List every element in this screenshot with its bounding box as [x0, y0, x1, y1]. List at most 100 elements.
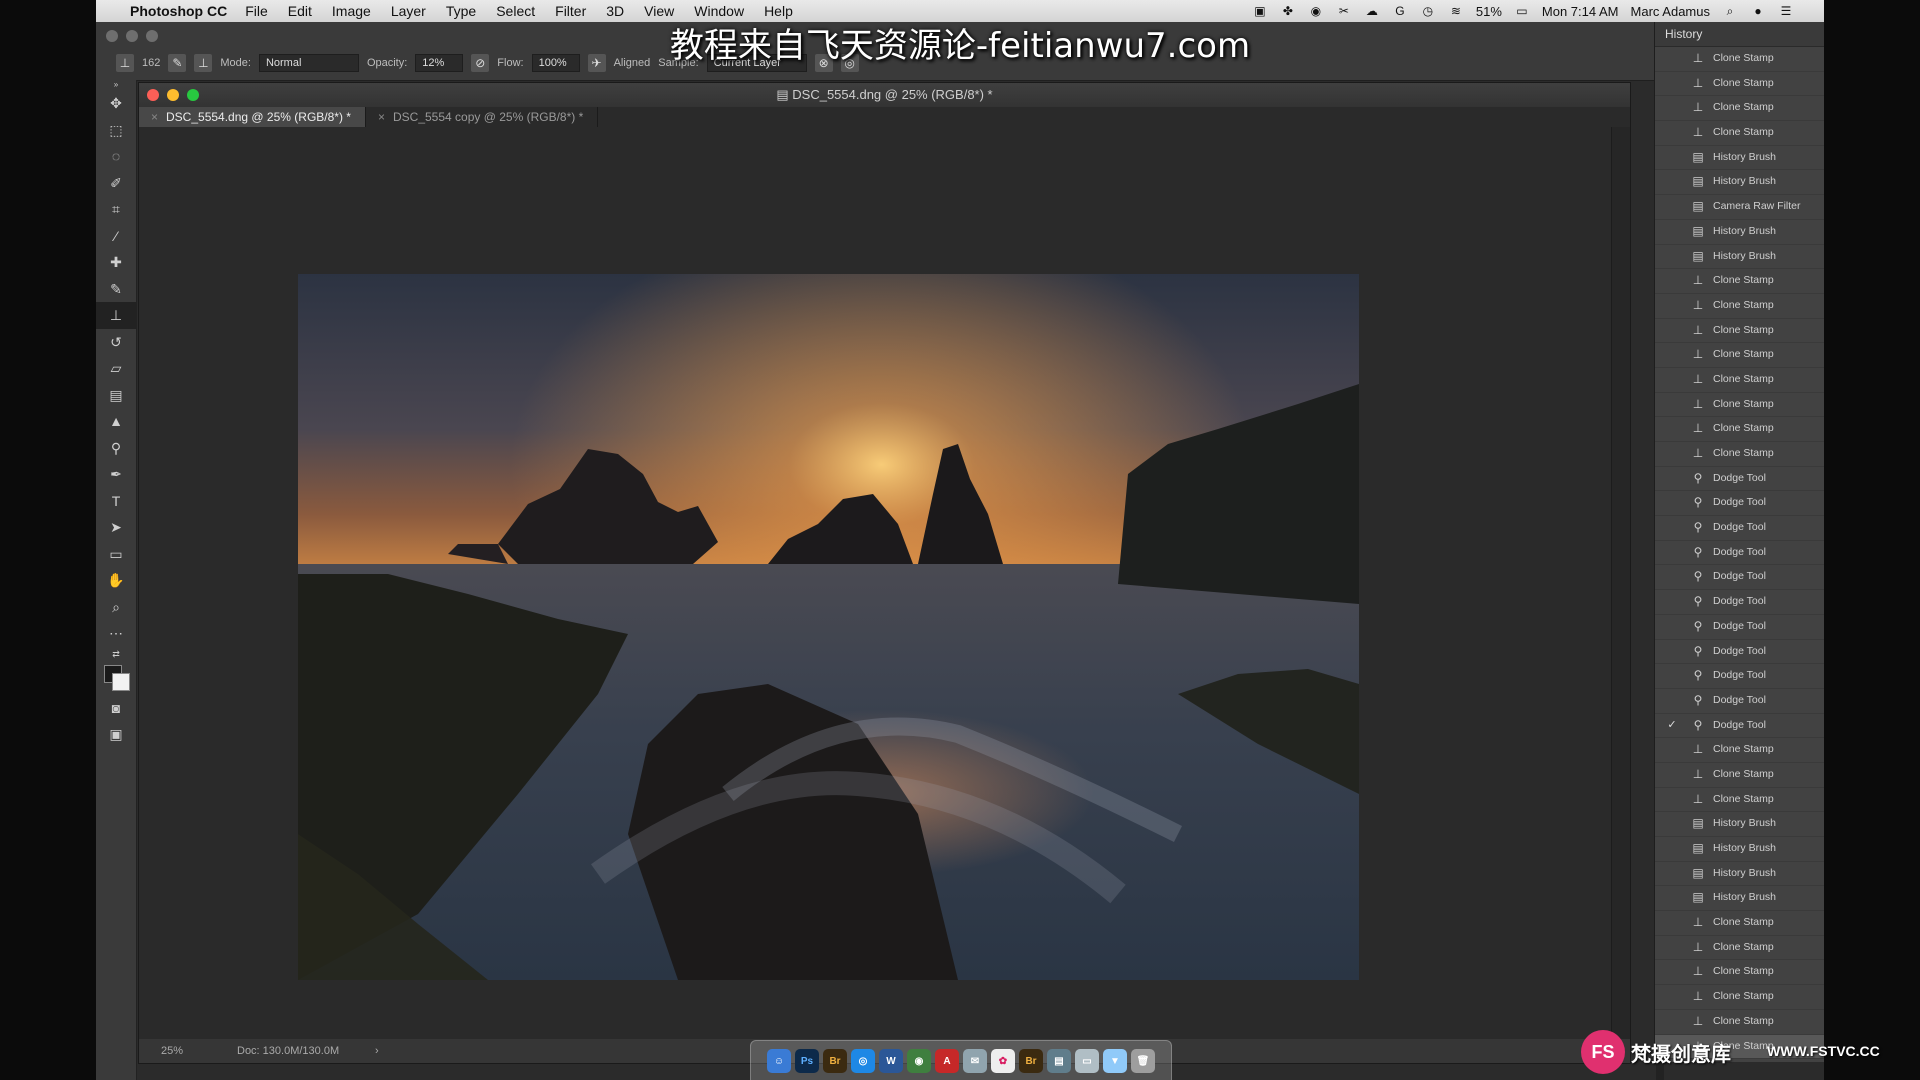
history-item[interactable]: ▤ History Brush: [1655, 170, 1824, 196]
history-brush-tool-icon[interactable]: ↺: [96, 329, 136, 356]
history-item[interactable]: ▤ Camera Raw Filter: [1655, 195, 1824, 220]
move-tool-icon[interactable]: ✥: [96, 90, 136, 117]
menu-image[interactable]: Image: [332, 3, 371, 19]
menu-layer[interactable]: Layer: [391, 3, 426, 19]
history-item[interactable]: ▤ History Brush: [1655, 886, 1824, 912]
time-machine-icon[interactable]: ◷: [1420, 4, 1436, 18]
type-tool-icon[interactable]: T: [96, 488, 136, 515]
acrobat-icon[interactable]: A: [935, 1049, 959, 1073]
history-item[interactable]: ⊥ Clone Stamp: [1655, 393, 1824, 418]
screen-record-icon[interactable]: ▣: [1252, 4, 1268, 18]
history-item[interactable]: ▤ History Brush: [1655, 812, 1824, 837]
spotlight-search-icon[interactable]: ⌕: [1722, 4, 1738, 18]
app-name-menu[interactable]: Photoshop CC: [130, 3, 227, 19]
menu-help[interactable]: Help: [764, 3, 793, 19]
battery-icon[interactable]: ▭: [1514, 4, 1530, 18]
dodge-tool-icon[interactable]: ⚲: [96, 435, 136, 462]
history-item[interactable]: ⊥ Clone Stamp: [1655, 343, 1824, 368]
history-item[interactable]: ⚲ Dodge Tool: [1655, 640, 1824, 665]
doc-size-info[interactable]: Doc: 130.0M/130.0M: [237, 1039, 339, 1063]
menu-3d[interactable]: 3D: [606, 3, 624, 19]
history-panel-title[interactable]: History: [1655, 22, 1824, 47]
close-icon[interactable]: ×: [378, 110, 385, 124]
vertical-scrollbar[interactable]: [1611, 127, 1630, 1039]
dropbox-icon[interactable]: ✤: [1280, 4, 1296, 18]
history-item[interactable]: ⊥ Clone Stamp: [1655, 911, 1824, 936]
edit-toolbar-icon[interactable]: ⋯: [96, 620, 136, 647]
document-photo[interactable]: [298, 274, 1359, 980]
history-item[interactable]: ⊥ Clone Stamp: [1655, 121, 1824, 146]
tab-dsc-5554-copy[interactable]: × DSC_5554 copy @ 25% (RGB/8*) *: [366, 107, 599, 127]
menu-window[interactable]: Window: [694, 3, 744, 19]
screen-mode-icon[interactable]: ▣: [96, 721, 136, 748]
word-icon[interactable]: W: [879, 1049, 903, 1073]
quick-mask-icon[interactable]: ◙: [96, 695, 136, 722]
clone-stamp-tool-icon[interactable]: ⊥: [96, 302, 136, 329]
status-menu-arrow-icon[interactable]: ›: [375, 1039, 379, 1063]
history-item[interactable]: ⚲ Dodge Tool: [1655, 615, 1824, 640]
canvas-area[interactable]: [139, 127, 1611, 1039]
zoom-tool-icon[interactable]: ⌕: [96, 594, 136, 621]
path-selection-tool-icon[interactable]: ➤: [96, 514, 136, 541]
mail-icon[interactable]: ✉: [963, 1049, 987, 1073]
history-checkbox[interactable]: ✓: [1665, 714, 1679, 738]
wifi-icon[interactable]: ≋: [1448, 4, 1464, 18]
swap-colors-icon[interactable]: ⇄: [96, 647, 136, 661]
history-item[interactable]: ⚲ Dodge Tool: [1655, 516, 1824, 541]
toolbar-grip-icon[interactable]: »: [96, 80, 136, 90]
scissors-icon[interactable]: ✂: [1336, 4, 1352, 18]
history-item[interactable]: ⚲ Dodge Tool: [1655, 689, 1824, 714]
bridge-2-icon[interactable]: Br: [1019, 1049, 1043, 1073]
document-minimize-button[interactable]: [167, 89, 179, 101]
marquee-tool-icon[interactable]: ⬚: [96, 117, 136, 144]
trash-icon[interactable]: 🗑: [1131, 1049, 1155, 1073]
photos-icon[interactable]: ✿: [991, 1049, 1015, 1073]
clock[interactable]: Mon 7:14 AM: [1542, 4, 1619, 19]
history-item[interactable]: ⊥ Clone Stamp: [1655, 368, 1824, 393]
menu-filter[interactable]: Filter: [555, 3, 586, 19]
history-item[interactable]: ⊥ Clone Stamp: [1655, 985, 1824, 1010]
hand-tool-icon[interactable]: ✋: [96, 567, 136, 594]
background-color-swatch[interactable]: [112, 672, 130, 691]
blur-tool-icon[interactable]: ▲: [96, 408, 136, 435]
preview-icon[interactable]: ▤: [1047, 1049, 1071, 1073]
close-icon[interactable]: ×: [151, 110, 158, 124]
healing-brush-tool-icon[interactable]: ✚: [96, 249, 136, 276]
crop-tool-icon[interactable]: ⌗: [96, 196, 136, 223]
menu-file[interactable]: File: [245, 3, 268, 19]
history-item[interactable]: ⚲ Dodge Tool: [1655, 467, 1824, 492]
g-icon[interactable]: G: [1392, 4, 1408, 18]
user-name[interactable]: Marc Adamus: [1631, 4, 1710, 19]
history-item[interactable]: ⚲ Dodge Tool: [1655, 565, 1824, 591]
history-item[interactable]: ⊥ Clone Stamp: [1655, 936, 1824, 961]
gradient-tool-icon[interactable]: ▤: [96, 382, 136, 409]
history-item[interactable]: ⊥ Clone Stamp: [1655, 738, 1824, 763]
history-item[interactable]: ⊥ Clone Stamp: [1655, 96, 1824, 122]
zoom-level[interactable]: 25%: [161, 1039, 183, 1063]
finder-icon[interactable]: ☺: [767, 1049, 791, 1073]
menu-type[interactable]: Type: [446, 3, 476, 19]
history-item[interactable]: ⊥ Clone Stamp: [1655, 269, 1824, 294]
tab-dsc-5554[interactable]: × DSC_5554.dng @ 25% (RGB/8*) *: [139, 107, 366, 127]
notification-center-icon[interactable]: ☰: [1778, 4, 1794, 18]
history-item[interactable]: ▤ History Brush: [1655, 245, 1824, 270]
history-item[interactable]: ▤ History Brush: [1655, 146, 1824, 171]
history-item[interactable]: ⊥ Clone Stamp: [1655, 294, 1824, 319]
history-item[interactable]: ▤ History Brush: [1655, 862, 1824, 887]
chrome-icon[interactable]: ◉: [907, 1049, 931, 1073]
menu-view[interactable]: View: [644, 3, 674, 19]
history-item[interactable]: ▤ History Brush: [1655, 220, 1824, 245]
photoshop-icon[interactable]: Ps: [795, 1049, 819, 1073]
history-item[interactable]: ⚲ Dodge Tool: [1655, 664, 1824, 689]
rectangle-tool-icon[interactable]: ▭: [96, 541, 136, 568]
eye-icon[interactable]: ◉: [1308, 4, 1324, 18]
pen-tool-icon[interactable]: ✒: [96, 461, 136, 488]
brush-tool-icon[interactable]: ✎: [96, 276, 136, 303]
files-icon[interactable]: ▭: [1075, 1049, 1099, 1073]
siri-icon[interactable]: ●: [1750, 4, 1766, 18]
history-item[interactable]: ⊥ Clone Stamp: [1655, 442, 1824, 467]
safari-icon[interactable]: ◎: [851, 1049, 875, 1073]
history-item[interactable]: ▤ History Brush: [1655, 837, 1824, 862]
history-item[interactable]: ⚲ Dodge Tool: [1655, 590, 1824, 615]
eraser-tool-icon[interactable]: ▱: [96, 355, 136, 382]
